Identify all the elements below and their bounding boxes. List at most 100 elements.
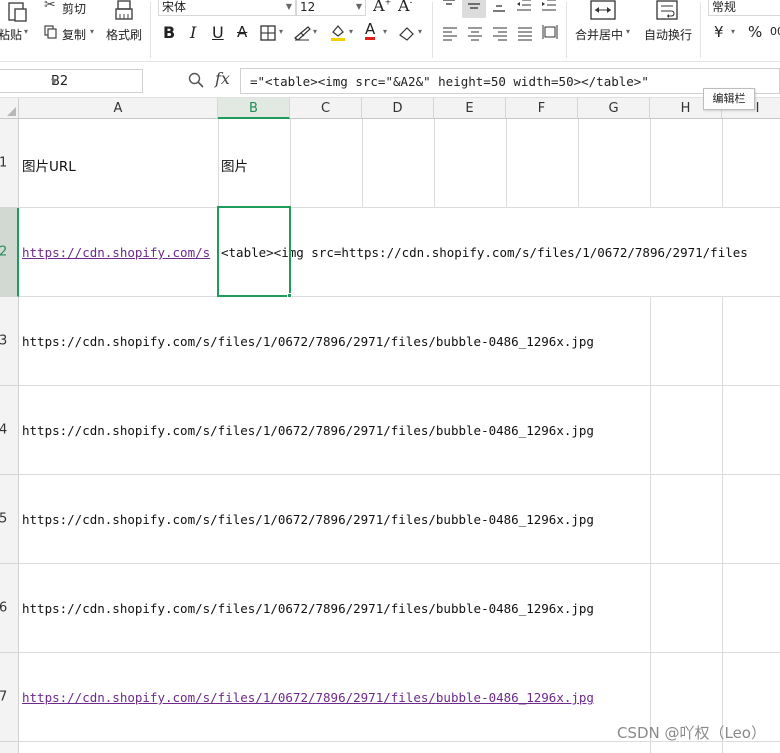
merge-center-icon[interactable] <box>590 0 616 20</box>
decrease-font-icon[interactable]: A- <box>398 0 412 15</box>
column-header-e[interactable]: E <box>434 98 506 119</box>
cut-button[interactable]: 剪切 <box>62 0 86 17</box>
copy-icon[interactable] <box>44 25 58 39</box>
cell-b2[interactable]: <table><img src=https://cdn.shopify.com/… <box>221 245 748 260</box>
cell-a1[interactable]: 图片URL <box>22 155 76 175</box>
number-format-select[interactable]: 常规 <box>708 0 780 16</box>
font-color-icon[interactable]: A <box>365 21 376 40</box>
column-header-g[interactable]: G <box>578 98 650 119</box>
format-painter-icon[interactable] <box>114 0 134 22</box>
fx-icon[interactable]: fx <box>215 69 230 88</box>
font-size-value: 12 <box>300 0 316 14</box>
chevron-down-icon[interactable]: ▼ <box>51 77 138 86</box>
font-color-dropdown-icon[interactable]: ▾ <box>383 27 387 36</box>
italic-icon[interactable]: I <box>190 23 196 42</box>
justify-icon[interactable] <box>517 25 533 41</box>
name-box[interactable]: B2 ▼ <box>0 69 143 93</box>
row-header-6[interactable]: 6 <box>0 564 19 653</box>
formula-input[interactable]: ="<table><img src="&A2&" height=50 width… <box>240 68 780 94</box>
fill-color-icon[interactable] <box>329 23 347 41</box>
watermark: CSDN @吖权（Leo） <box>616 724 766 742</box>
column-header-a[interactable]: A <box>19 98 218 119</box>
distributed-align-icon[interactable] <box>542 24 558 40</box>
paste-button[interactable]: 粘贴 <box>0 26 22 43</box>
align-center-icon[interactable] <box>467 25 483 41</box>
clear-format-icon[interactable] <box>294 25 312 41</box>
format-painter-button[interactable]: 格式刷 <box>106 26 142 43</box>
cell-a6[interactable]: https://cdn.shopify.com/s/files/1/0672/7… <box>22 601 594 616</box>
row-header-2[interactable]: 2 <box>0 208 19 297</box>
thousands-separator-button[interactable]: 000 <box>770 25 780 38</box>
currency-dropdown-icon[interactable]: ▾ <box>731 27 735 36</box>
bold-icon[interactable]: B <box>163 23 175 42</box>
strikethrough-icon[interactable]: A <box>237 23 247 41</box>
cell-b1[interactable]: 图片 <box>221 155 248 175</box>
col-gridline <box>578 119 579 207</box>
currency-button[interactable]: ¥ <box>714 23 724 41</box>
row-header-3[interactable]: 3 <box>0 297 19 386</box>
ribbon-toolbar: 粘贴 ▾ ✂ 剪切 复制 ▾ 格式刷 宋体 ▼ 12 ▼ A+ A- B I U… <box>0 0 780 62</box>
col-gridline <box>362 119 363 207</box>
indent-increase-icon[interactable] <box>541 0 557 12</box>
ribbon-separator <box>566 2 567 58</box>
align-left-icon[interactable] <box>442 25 458 41</box>
eraser-icon[interactable] <box>398 25 416 41</box>
font-size-select[interactable]: 12 ▼ <box>296 0 366 16</box>
scissors-icon[interactable]: ✂ <box>44 0 56 13</box>
row-gridline <box>19 563 780 564</box>
cell-a2[interactable]: https://cdn.shopify.com/s <box>22 245 217 260</box>
auto-wrap-icon[interactable] <box>656 0 678 20</box>
auto-wrap-button[interactable]: 自动换行 <box>644 26 692 43</box>
row-header-1[interactable]: 1 <box>0 119 19 208</box>
row-header-8[interactable] <box>0 742 19 753</box>
indent-decrease-icon[interactable] <box>516 0 532 12</box>
eraser-dropdown-icon[interactable]: ▾ <box>418 27 422 36</box>
percent-button[interactable]: % <box>748 23 762 41</box>
align-top-icon[interactable] <box>442 0 456 12</box>
cell-a5[interactable]: https://cdn.shopify.com/s/files/1/0672/7… <box>22 512 594 527</box>
select-all-corner[interactable] <box>0 98 19 119</box>
column-header-b[interactable]: B <box>218 98 290 119</box>
row-gridline <box>19 652 780 653</box>
merge-center-dropdown-icon[interactable]: ▾ <box>626 27 630 36</box>
cell-a4[interactable]: https://cdn.shopify.com/s/files/1/0672/7… <box>22 423 594 438</box>
font-name-select[interactable]: 宋体 ▼ <box>158 0 296 16</box>
row-header-5[interactable]: 5 <box>0 475 19 564</box>
paste-dropdown-icon[interactable]: ▾ <box>24 27 28 36</box>
col-gridline <box>650 119 651 207</box>
clear-format-dropdown-icon[interactable]: ▾ <box>313 27 317 36</box>
column-header-d[interactable]: D <box>362 98 434 119</box>
col-gridline <box>722 297 723 753</box>
column-header-f[interactable]: F <box>506 98 578 119</box>
col-gridline <box>650 297 651 753</box>
fill-color-dropdown-icon[interactable]: ▾ <box>349 27 353 36</box>
row-gridline <box>19 296 780 297</box>
column-header-c[interactable]: C <box>290 98 362 119</box>
row-header-4[interactable]: 4 <box>0 386 19 475</box>
fill-handle[interactable] <box>287 293 292 298</box>
align-middle-icon[interactable] <box>467 0 481 14</box>
active-cell-selection[interactable] <box>217 206 291 297</box>
cell-a7[interactable]: https://cdn.shopify.com/s/files/1/0672/7… <box>22 690 594 705</box>
row-gridline <box>19 474 780 475</box>
ribbon-separator <box>150 2 151 58</box>
underline-icon[interactable]: U <box>212 23 224 42</box>
row-header-7[interactable]: 7 <box>0 653 19 742</box>
borders-icon[interactable] <box>260 25 276 41</box>
ribbon-separator <box>700 2 701 58</box>
formula-bar: B2 ▼ fx ="<table><img src="&A2&" height=… <box>0 62 780 98</box>
cell-a3[interactable]: https://cdn.shopify.com/s/files/1/0672/7… <box>22 334 594 349</box>
col-gridline <box>506 119 507 207</box>
zoom-icon[interactable] <box>188 72 204 88</box>
col-gridline <box>290 119 291 207</box>
borders-dropdown-icon[interactable]: ▾ <box>279 27 283 36</box>
align-bottom-icon[interactable] <box>492 0 506 14</box>
spreadsheet-grid[interactable]: A B C D E F G H I 1 2 3 4 5 6 7 图片URL 图片… <box>0 98 780 753</box>
merge-center-button[interactable]: 合并居中 <box>575 26 623 43</box>
copy-button[interactable]: 复制 <box>62 26 86 43</box>
align-right-icon[interactable] <box>492 25 508 41</box>
paste-icon[interactable] <box>6 0 28 22</box>
formula-bar-tooltip: 编辑栏 <box>703 88 755 110</box>
increase-font-icon[interactable]: A+ <box>373 0 391 15</box>
copy-dropdown-icon[interactable]: ▾ <box>90 27 94 36</box>
